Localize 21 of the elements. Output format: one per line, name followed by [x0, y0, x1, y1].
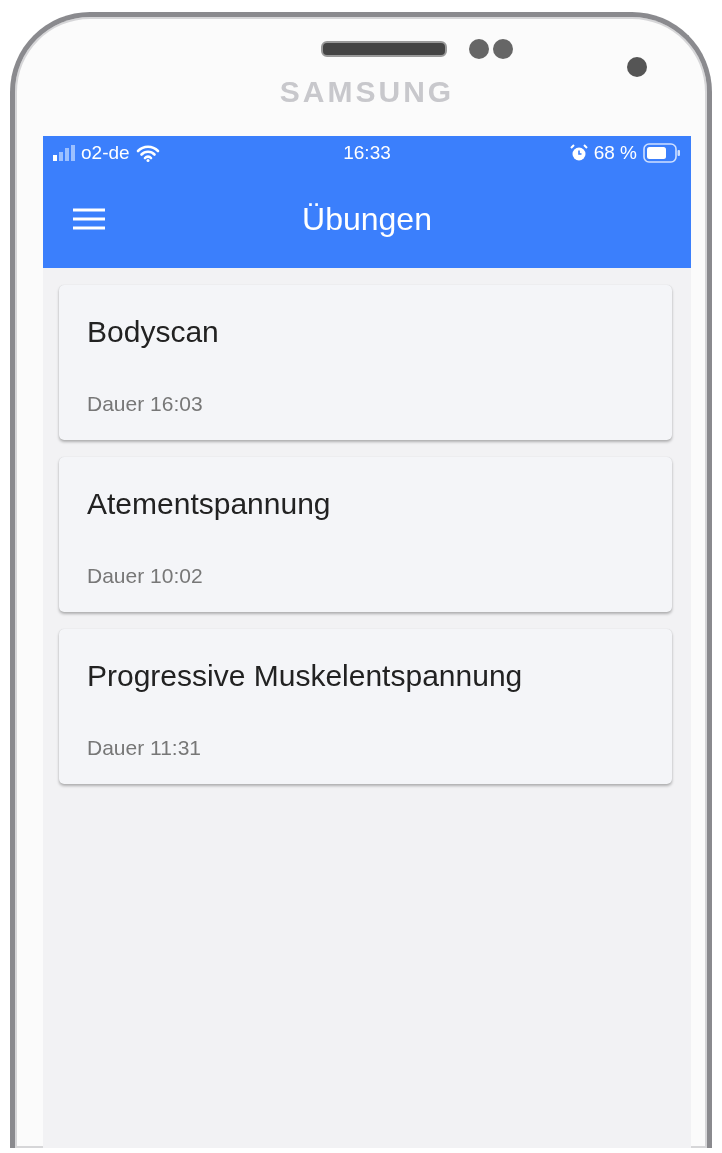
battery-icon — [643, 143, 681, 163]
exercise-title: Bodyscan — [87, 314, 220, 349]
alarm-clock-icon — [569, 144, 588, 162]
camera-lens-icon — [627, 57, 647, 77]
wifi-icon — [135, 144, 160, 162]
speaker-grille-icon — [321, 41, 447, 57]
signal-icon — [53, 145, 75, 161]
menu-icon — [73, 208, 105, 230]
battery-percentage: 68 % — [593, 142, 637, 164]
exercise-title: Atementspannung — [87, 486, 332, 521]
exercise-duration: Dauer 16:03 — [87, 392, 204, 416]
exercise-duration: Dauer 10:02 — [87, 564, 204, 588]
screen-title: Übungen — [302, 200, 432, 237]
exercise-duration: Dauer 11:31 — [87, 736, 203, 760]
exercise-title: Progressive Muskelentspannung — [87, 658, 524, 693]
exercise-card[interactable]: Atementspannung Dauer 10:02 — [59, 457, 672, 612]
camera-sensors-icon — [469, 39, 513, 59]
status-time: 16:33 — [343, 142, 391, 164]
exercise-card[interactable]: Progressive Muskelentspannung Dauer 11:31 — [59, 629, 672, 784]
exercise-card[interactable]: Bodyscan Dauer 16:03 — [59, 285, 672, 440]
carrier-name: o2-de — [81, 142, 130, 164]
